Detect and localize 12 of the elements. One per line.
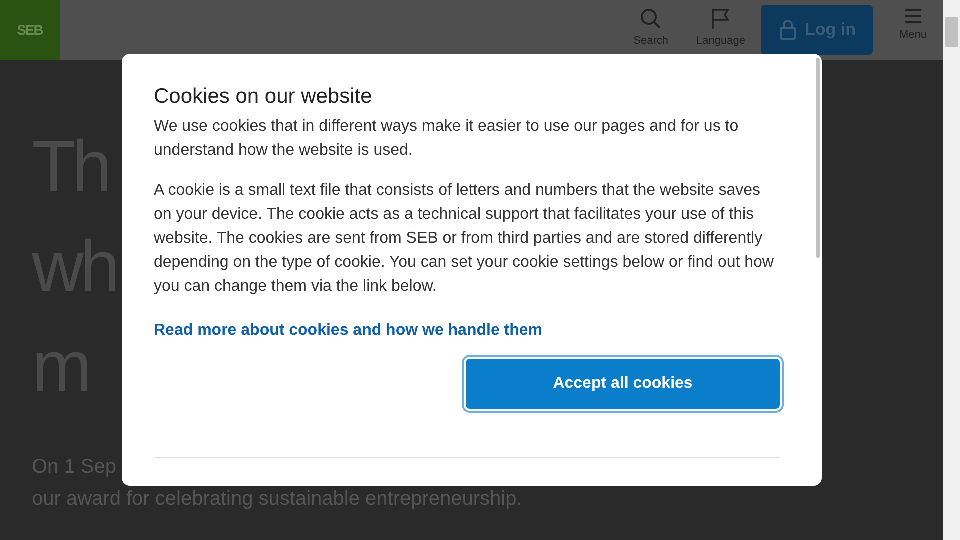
- menu-icon: [904, 8, 922, 24]
- scrollbar[interactable]: [943, 0, 960, 540]
- logo[interactable]: SEB: [0, 0, 60, 60]
- dialog-paragraph: We use cookies that in different ways make it easier to use our pages and for us to understand how the website is used.: [154, 117, 740, 162]
- scrollbar-thumb[interactable]: [816, 58, 820, 258]
- cookie-info-link[interactable]: Read more about cookies and how we handle them: [154, 319, 543, 344]
- dialog-paragraph: A cookie is a small text file that consists of letters and numbers that the website saves on your device. The cookie acts as a technical support that facilitates your use of this website. The cookies are sent from SEB or from third parties and are stored differently depending on the type of cookie. You can set your cookie settings below or find out how you can change them via the link below.: [154, 181, 775, 298]
- flag-icon: [710, 8, 731, 30]
- accept-button[interactable]: Accept all cookies: [466, 359, 780, 410]
- lock-icon: [778, 19, 797, 41]
- search-icon: [640, 8, 662, 30]
- dialog-title: Cookies on our website: [154, 84, 374, 110]
